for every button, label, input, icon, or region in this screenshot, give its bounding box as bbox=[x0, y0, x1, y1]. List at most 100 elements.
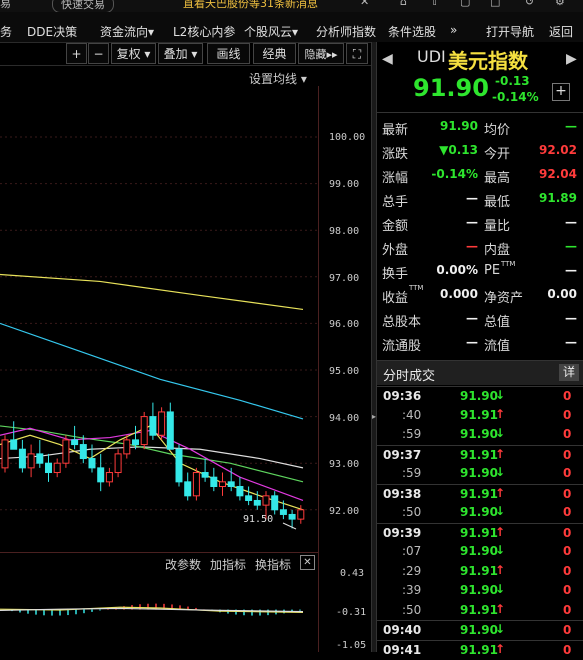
trade-row[interactable]: 09:3891.91↑0 bbox=[377, 484, 583, 505]
add-indicator-button[interactable]: 加指标 bbox=[210, 556, 246, 573]
news-ticker[interactable]: 直看天巴股份等31条新消息 bbox=[183, 0, 318, 11]
quote-value: 0.00 bbox=[547, 287, 577, 301]
candle-body bbox=[98, 468, 104, 482]
trade-row[interactable]: 09:4091.90↓0 bbox=[377, 620, 583, 641]
menu-item-l2[interactable]: L2核心内参 bbox=[173, 23, 235, 40]
last-price: 91.90 bbox=[413, 74, 489, 102]
switch-indicator-button[interactable]: 换指标 bbox=[255, 556, 291, 573]
trade-row[interactable]: :2991.91↑0 bbox=[377, 562, 583, 582]
next-stock-arrow-icon[interactable]: ▶ bbox=[566, 51, 577, 67]
menu-item-stock-screener[interactable]: 条件选股 bbox=[388, 23, 436, 40]
window-icon[interactable]: □ bbox=[490, 0, 500, 8]
quote-label: 流值 bbox=[484, 335, 510, 354]
classic-button[interactable]: 经典 bbox=[253, 43, 296, 64]
trade-row[interactable]: :5991.90↓0 bbox=[377, 425, 583, 445]
price-tick: 94.00 bbox=[329, 413, 359, 424]
ma-line-cyan bbox=[0, 323, 303, 419]
quick-trade-button[interactable]: 快速交易 bbox=[52, 0, 114, 12]
quote-value: — bbox=[565, 335, 577, 349]
undo-icon[interactable]: ↺ bbox=[525, 0, 534, 8]
trade-row[interactable]: 09:3791.91↑0 bbox=[377, 445, 583, 466]
menu-item-trade[interactable]: 务 bbox=[0, 23, 12, 40]
upload-icon[interactable]: ⇧ bbox=[430, 0, 439, 8]
trade-row[interactable]: :3991.90↓0 bbox=[377, 581, 583, 601]
indicator-chart[interactable] bbox=[0, 572, 318, 652]
trade-price: 91.91 bbox=[460, 564, 498, 578]
set-ma-button[interactable]: 设置均线 ▾ bbox=[249, 70, 307, 87]
fullscreen-icon[interactable]: ⛶ bbox=[346, 43, 368, 64]
hide-button[interactable]: 隐藏▸▸ bbox=[298, 43, 344, 64]
fuquan-dropdown[interactable]: 复权 ▾ bbox=[111, 43, 156, 64]
quote-value: 92.04 bbox=[539, 167, 577, 181]
price-tick: 98.00 bbox=[329, 226, 359, 237]
quote-label: 内盘 bbox=[484, 239, 510, 258]
menu-more-icon[interactable]: » bbox=[450, 23, 457, 37]
ma-line-yellow bbox=[0, 274, 303, 309]
trade-volume: 0 bbox=[563, 544, 571, 558]
prev-stock-arrow-icon[interactable]: ◀ bbox=[382, 51, 393, 67]
quote-row: 涨幅-0.14%最高92.04 bbox=[377, 164, 583, 188]
trade-row[interactable]: :0791.90↓0 bbox=[377, 542, 583, 562]
toolbar-divider bbox=[0, 65, 371, 66]
arrow-down-icon: ↓ bbox=[495, 504, 505, 518]
home-icon[interactable]: ⌂ bbox=[400, 0, 407, 8]
arrow-up-icon: ↑ bbox=[495, 602, 505, 616]
lock-icon[interactable]: ▢ bbox=[460, 0, 470, 8]
overlay-dropdown[interactable]: 叠加 ▾ bbox=[158, 43, 203, 64]
low-marker-arrow bbox=[283, 523, 296, 529]
arrow-down-icon: ↓ bbox=[495, 426, 505, 440]
trade-row[interactable]: :5991.90↓0 bbox=[377, 464, 583, 484]
indicator-tick: -0.31 bbox=[336, 607, 366, 618]
trade-volume: 0 bbox=[563, 564, 571, 578]
trade-row[interactable]: :4091.91↑0 bbox=[377, 406, 583, 426]
trade-row[interactable]: 09:3991.91↑0 bbox=[377, 523, 583, 544]
candle-body bbox=[89, 459, 95, 468]
collapse-arrow-icon[interactable]: ▸ bbox=[372, 412, 376, 421]
menu-item-capital-flow[interactable]: 资金流向▾ bbox=[100, 23, 154, 40]
trade-row[interactable]: :5091.91↑0 bbox=[377, 601, 583, 621]
candle-body bbox=[211, 477, 217, 486]
trade-row[interactable]: 09:3691.90↓0 bbox=[377, 386, 583, 407]
price-change: -0.13 bbox=[495, 74, 530, 88]
change-params-button[interactable]: 改参数 bbox=[165, 556, 201, 573]
menu-bar: 务 DDE决策 资金流向▾ L2核心内参 个股风云▾ 分析师指数 条件选股 » … bbox=[0, 12, 583, 43]
zoom-out-button[interactable]: − bbox=[88, 43, 109, 64]
quote-value: 0.00% bbox=[436, 263, 478, 277]
candle-body bbox=[80, 445, 86, 459]
chart-panel: + − 复权 ▾ 叠加 ▾ 画线 经典 隐藏▸▸ ⛶ 设置均线 ▾ 100.00… bbox=[0, 42, 371, 652]
quote-label: 总手 bbox=[382, 191, 408, 210]
menu-item-stock-risk[interactable]: 个股风云▾ bbox=[244, 23, 298, 40]
close-indicator-icon[interactable]: ✕ bbox=[300, 555, 315, 570]
trade-volume: 0 bbox=[563, 389, 571, 403]
quote-row: 换手0.00%PE—TTM bbox=[377, 260, 583, 284]
price-tick: 95.00 bbox=[329, 366, 359, 377]
trade-row[interactable]: 09:4191.91↑0 bbox=[377, 640, 583, 660]
add-watchlist-button[interactable]: + bbox=[552, 83, 570, 101]
trade-detail-button[interactable]: 详 bbox=[559, 364, 579, 381]
ttm-superscript: TTM bbox=[409, 284, 423, 292]
back-button[interactable]: 返回 bbox=[549, 23, 573, 40]
trade-time-sub: :50 bbox=[402, 603, 421, 617]
trade-volume: 0 bbox=[563, 448, 571, 462]
candle-body bbox=[298, 510, 304, 519]
open-nav-button[interactable]: 打开导航 bbox=[486, 23, 534, 40]
menu-item-analyst-index[interactable]: 分析师指数 bbox=[316, 23, 376, 40]
zoom-in-button[interactable]: + bbox=[66, 43, 87, 64]
draw-line-button[interactable]: 画线 bbox=[207, 43, 250, 64]
arrow-down-icon: ↓ bbox=[495, 622, 505, 636]
candle-body bbox=[237, 487, 243, 496]
arrow-up-icon: ↑ bbox=[495, 407, 505, 421]
trade-row[interactable]: :5091.90↓0 bbox=[377, 503, 583, 523]
candle-body bbox=[272, 496, 278, 510]
candle-body bbox=[141, 417, 147, 445]
stock-code: UDI bbox=[417, 47, 446, 66]
menu-item-dde[interactable]: DDE决策 bbox=[27, 23, 77, 40]
fuquan-label: 复权 bbox=[117, 47, 141, 61]
settings-icon[interactable]: ⚙ bbox=[555, 0, 565, 8]
candle-body bbox=[106, 473, 112, 482]
trade-volume: 0 bbox=[563, 623, 571, 637]
trade-price: 91.90 bbox=[460, 505, 498, 519]
quote-label: 流通股 bbox=[382, 335, 421, 354]
kline-chart[interactable]: 91.50 bbox=[0, 86, 318, 556]
close-news-icon[interactable]: ✕ bbox=[360, 0, 369, 8]
